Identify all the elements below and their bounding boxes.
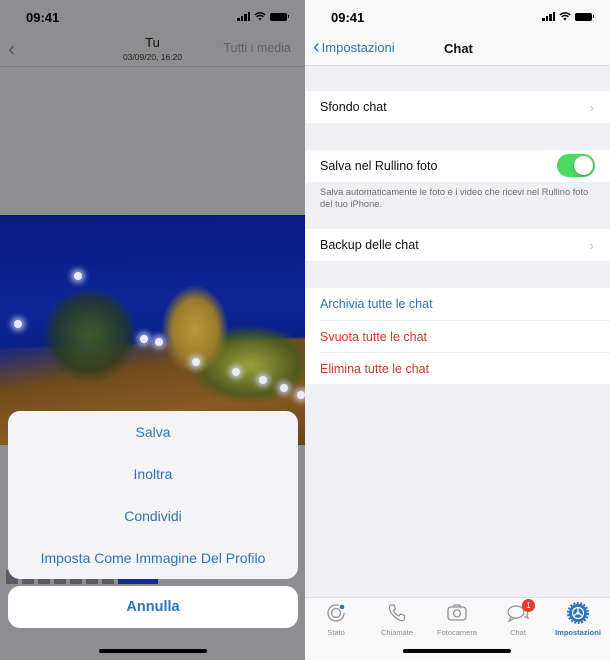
tab-label: Chat	[510, 628, 526, 637]
page-title: Chat	[444, 41, 473, 56]
wifi-icon	[559, 12, 571, 21]
archive-all-chats-button[interactable]: Archivia tutte le chat	[305, 288, 610, 320]
system-icons	[542, 12, 594, 21]
tab-status[interactable]: Stato	[306, 602, 366, 637]
clear-all-chats-button[interactable]: Svuota tutte le chat	[320, 320, 610, 352]
settings-group-backup: Backup delle chat ›	[305, 229, 610, 261]
save-camera-roll-label: Salva nel Rullino foto	[320, 159, 438, 173]
nav-bar: ‹ Tu 03/09/20, 16:20 Tutti i media	[0, 34, 305, 66]
nav-bar: ‹ Impostazioni Chat	[305, 34, 610, 66]
tab-label: Chiamate	[380, 628, 414, 637]
backup-row[interactable]: Backup delle chat ›	[305, 229, 610, 261]
chat-settings-screen: 09:41 ‹ Impostazioni Chat Sfondo chat › …	[305, 0, 610, 660]
tab-label: Impostazioni	[555, 628, 601, 637]
wallpaper-label: Sfondo chat	[320, 100, 387, 114]
status-time: 09:41	[26, 10, 60, 25]
photo-light	[232, 368, 240, 376]
signal-icon	[237, 12, 250, 21]
settings-group-wallpaper: Sfondo chat ›	[305, 91, 610, 123]
nav-divider	[0, 66, 305, 67]
settings-group-actions: Archivia tutte le chat Svuota tutte le c…	[305, 288, 610, 384]
action-forward[interactable]: Inoltra	[8, 453, 298, 495]
system-icons	[237, 12, 289, 21]
backup-label: Backup delle chat	[320, 238, 419, 252]
status-bar: 09:41	[305, 0, 610, 34]
save-camera-roll-row: Salva nel Rullino foto	[305, 150, 610, 182]
battery-icon	[270, 12, 289, 21]
tab-calls[interactable]: Chiamate	[367, 602, 427, 637]
camera-icon	[447, 604, 467, 621]
action-save[interactable]: Salva	[8, 411, 298, 453]
save-footnote: Salva automaticamente le foto e i video …	[320, 187, 589, 209]
action-set-profile-picture[interactable]: Imposta Come Immagine Del Profilo	[8, 537, 298, 579]
photo-light	[297, 391, 305, 399]
media-viewer-screen: 09:41 ‹ Tu 03/09/20, 16:20 Tutti i media…	[0, 0, 305, 660]
unread-badge: 1	[522, 599, 535, 612]
tab-label: Fotocamera	[436, 628, 478, 637]
tab-settings[interactable]: Impostazioni	[548, 602, 608, 637]
wifi-icon	[254, 12, 266, 21]
tab-camera[interactable]: Fotocamera	[427, 602, 487, 637]
battery-icon	[575, 12, 594, 21]
action-share[interactable]: Condividi	[8, 495, 298, 537]
tab-chats[interactable]: 1 Chat	[488, 599, 548, 637]
home-indicator[interactable]	[99, 649, 207, 653]
home-indicator[interactable]	[403, 649, 511, 653]
photo-light	[74, 272, 82, 280]
status-icon	[327, 604, 345, 622]
chevron-right-icon: ›	[589, 99, 594, 115]
gear-icon	[567, 602, 589, 624]
save-camera-roll-toggle[interactable]	[557, 154, 595, 177]
photo-light	[155, 338, 163, 346]
back-button[interactable]: ‹ Impostazioni	[313, 36, 395, 58]
photo-light	[140, 335, 148, 343]
wallpaper-row[interactable]: Sfondo chat ›	[305, 91, 610, 123]
back-label: Impostazioni	[321, 39, 395, 55]
tab-label: Stato	[327, 628, 345, 637]
phone-icon	[388, 604, 406, 622]
photo-light	[259, 376, 267, 384]
delete-all-chats-button[interactable]: Elimina tutte le chat	[320, 352, 610, 384]
photo-light	[192, 358, 200, 366]
signal-icon	[542, 12, 555, 21]
chevron-left-icon: ‹	[313, 36, 320, 58]
all-media-button[interactable]: Tutti i media	[223, 41, 291, 55]
photo-light	[14, 320, 22, 328]
settings-group-save: Salva nel Rullino foto	[305, 150, 610, 182]
cancel-button[interactable]: Annulla	[8, 586, 298, 628]
status-time: 09:41	[331, 10, 365, 25]
chevron-right-icon: ›	[589, 237, 594, 253]
status-bar: 09:41	[0, 0, 305, 34]
action-sheet: Salva Inoltra Condividi Imposta Come Imm…	[8, 411, 298, 579]
photo-light	[280, 384, 288, 392]
